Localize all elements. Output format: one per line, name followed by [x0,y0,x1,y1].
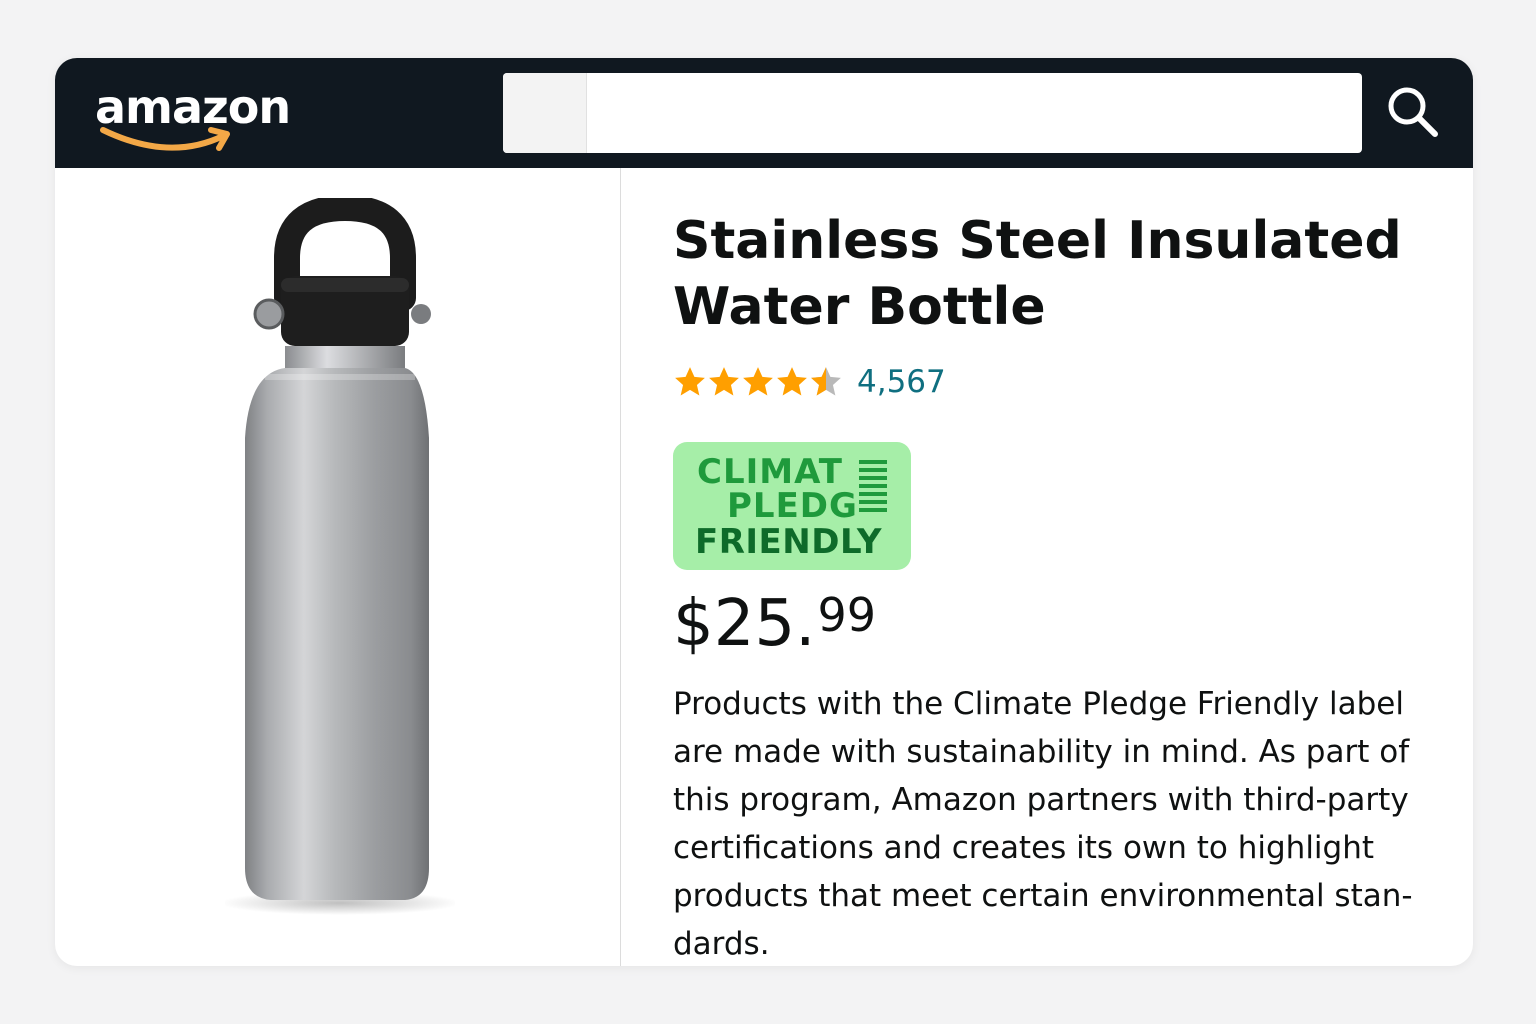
star-full-icon [743,367,773,396]
product-description: Products with the Climate Pledge Friendl… [673,686,1413,962]
search-icon [1388,87,1438,137]
top-navigation-bar: amazon [55,58,1473,168]
product-title: Stainless Steel Insulated Water Bottle [673,211,1402,337]
star-rating[interactable] [673,365,843,399]
price-whole: $25. [673,587,816,661]
badge-line-2: PLEDG [727,486,858,526]
badge-line-3: FRIENDLY [695,522,882,562]
water-bottle-image [220,194,460,915]
review-count-link[interactable]: 4,567 [857,364,946,400]
star-full-icon [709,367,739,396]
search-department-dropdown[interactable] [503,73,587,153]
price-fraction: 99 [817,588,877,642]
product-page-window: amazon Stainless Steel Insulated Water B… [55,58,1473,966]
climate-pledge-friendly-badge[interactable]: CLIMAT PLEDG FRIENDLY [673,442,911,570]
star-half-icon [811,367,841,396]
product-price: $25. 99 [673,586,876,662]
search-button[interactable] [1383,82,1443,142]
column-divider [620,168,621,966]
search-input[interactable] [587,73,1362,153]
product-image[interactable] [220,194,460,918]
amazon-logo[interactable]: amazon [95,76,315,156]
logo-smile-icon [100,127,230,151]
badge-stripes-icon [859,460,887,512]
star-full-icon [777,367,807,396]
star-full-icon [675,367,705,396]
product-rating[interactable]: 4,567 [673,360,946,404]
search-box [503,73,1362,153]
